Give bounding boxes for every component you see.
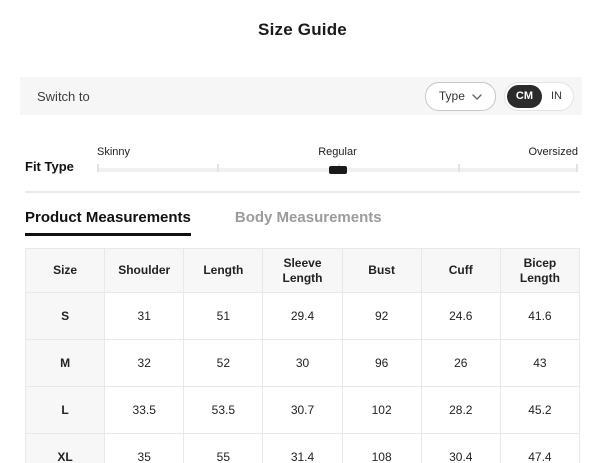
column-header: Shoulder (104, 248, 185, 293)
measurement-cell: 41.6 (499, 292, 581, 340)
fit-option-oversized[interactable]: Oversized (528, 146, 578, 158)
slider-tick (217, 164, 220, 172)
measurement-cell: 24.6 (420, 292, 501, 340)
size-table: Size Shoulder Length Sleeve Length Bust Cuff B… (24, 248, 581, 463)
unit-switch-bar: Switch to Type CM IN (20, 77, 582, 115)
size-cell: L (24, 386, 106, 434)
table-row: XL 35 55 31.4 108 30.4 47.4 (24, 433, 581, 463)
measurement-cell: 108 (341, 433, 422, 463)
column-header: Cuff (420, 248, 501, 293)
slider-tick (576, 164, 578, 172)
chevron-down-icon (472, 93, 482, 100)
measurement-cell: 47.4 (499, 433, 581, 463)
tab-product-measurements[interactable]: Product Measurements (25, 209, 191, 236)
table-row: S 31 51 29.4 92 24.6 41.6 (24, 292, 581, 340)
slider-tick (97, 164, 99, 172)
measurement-cell: 32 (104, 339, 185, 387)
measurement-cell: 43 (499, 339, 581, 387)
size-table-body: S 31 51 29.4 92 24.6 41.6 M 32 52 30 96 26 43 L 33.5 53.… (24, 292, 581, 463)
measurement-cell: 102 (341, 386, 422, 434)
column-header: Bust (341, 248, 422, 293)
table-row: L 33.5 53.5 30.7 102 28.2 45.2 (24, 386, 581, 434)
unit-option-in[interactable]: IN (542, 85, 571, 108)
size-table-head: Size Shoulder Length Sleeve Length Bust Cuff B… (24, 248, 581, 293)
fit-option-skinny[interactable]: Skinny (97, 146, 130, 158)
measurement-cell: 55 (183, 433, 264, 463)
tab-body-measurements[interactable]: Body Measurements (235, 209, 382, 236)
measurement-cell: 29.4 (262, 292, 343, 340)
column-header: Bicep Length (499, 248, 581, 293)
measurement-cell: 30.4 (420, 433, 501, 463)
measurement-cell: 33.5 (104, 386, 185, 434)
measurement-cell: 53.5 (183, 386, 264, 434)
type-dropdown-label: Type (438, 89, 465, 103)
measurement-cell: 31.4 (262, 433, 343, 463)
measurement-cell: 51 (183, 292, 264, 340)
measurement-cell: 31 (104, 292, 185, 340)
fit-slider-handle[interactable] (328, 166, 347, 174)
column-header: Sleeve Length (262, 248, 343, 293)
measurement-cell: 26 (420, 339, 501, 387)
measurement-cell: 30 (262, 339, 343, 387)
unit-option-cm[interactable]: CM (506, 84, 542, 108)
header-row: Size Shoulder Length Sleeve Length Bust Cuff B… (24, 248, 581, 293)
type-dropdown-button[interactable]: Type (424, 81, 496, 111)
fit-type-label: Fit Type (25, 159, 74, 174)
measurement-cell: 45.2 (499, 386, 581, 434)
slider-tick (457, 164, 460, 172)
measurement-cell: 96 (341, 339, 422, 387)
measurement-tabs: Product Measurements Body Measurements (25, 209, 382, 236)
size-cell: M (24, 339, 106, 387)
fit-type-slider: Skinny Regular Oversized (97, 146, 578, 180)
size-cell: XL (24, 433, 106, 463)
column-header: Size (24, 248, 106, 293)
measurement-cell: 92 (341, 292, 422, 340)
measurement-cell: 52 (183, 339, 264, 387)
measurement-cell: 30.7 (262, 386, 343, 434)
table-row: M 32 52 30 96 26 43 (24, 339, 581, 387)
fit-option-regular[interactable]: Regular (318, 146, 357, 158)
measurement-cell: 35 (104, 433, 185, 463)
size-cell: S (24, 292, 106, 340)
measurement-cell: 28.2 (420, 386, 501, 434)
page-title: Size Guide (258, 20, 347, 39)
switch-to-label: Switch to (37, 88, 90, 104)
size-guide-panel: Size Guide Switch to Type CM IN Fit Type… (0, 0, 605, 463)
column-header: Length (183, 248, 264, 293)
section-divider (25, 191, 580, 193)
unit-toggle: CM IN (503, 81, 574, 111)
